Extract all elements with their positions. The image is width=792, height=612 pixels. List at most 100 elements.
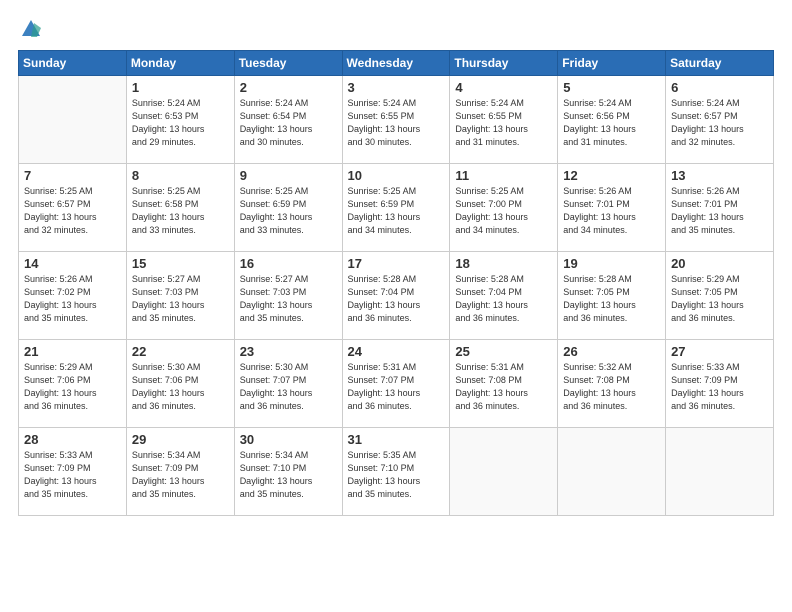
day-info: Sunrise: 5:24 AM Sunset: 6:55 PM Dayligh… bbox=[348, 97, 445, 149]
table-row: 4 Sunrise: 5:24 AM Sunset: 6:55 PM Daylig… bbox=[450, 76, 558, 164]
day-number: 13 bbox=[671, 168, 768, 183]
day-number: 29 bbox=[132, 432, 229, 447]
day-info: Sunrise: 5:25 AM Sunset: 6:58 PM Dayligh… bbox=[132, 185, 229, 237]
day-number: 12 bbox=[563, 168, 660, 183]
day-info: Sunrise: 5:31 AM Sunset: 7:08 PM Dayligh… bbox=[455, 361, 552, 413]
calendar-week-row: 14Sunrise: 5:26 AM Sunset: 7:02 PM Dayli… bbox=[19, 252, 774, 340]
day-number: 5 bbox=[563, 80, 660, 95]
day-number: 9 bbox=[240, 168, 337, 183]
day-info: Sunrise: 5:24 AM Sunset: 6:56 PM Dayligh… bbox=[563, 97, 660, 149]
day-info: Sunrise: 5:29 AM Sunset: 7:05 PM Dayligh… bbox=[671, 273, 768, 325]
day-number: 11 bbox=[455, 168, 552, 183]
day-number: 25 bbox=[455, 344, 552, 359]
day-info: Sunrise: 5:32 AM Sunset: 7:08 PM Dayligh… bbox=[563, 361, 660, 413]
day-number: 24 bbox=[348, 344, 445, 359]
day-number: 16 bbox=[240, 256, 337, 271]
day-number: 8 bbox=[132, 168, 229, 183]
table-row: 2Sunrise: 5:24 AM Sunset: 6:54 PM Daylig… bbox=[234, 76, 342, 164]
table-row: 1 Sunrise: 5:24 AM Sunset: 6:53 PM Daylig… bbox=[126, 76, 234, 164]
table-row: 10Sunrise: 5:25 AM Sunset: 6:59 PM Dayli… bbox=[342, 164, 450, 252]
table-row: 20 Sunrise: 5:29 AM Sunset: 7:05 PM Dayli… bbox=[666, 252, 774, 340]
day-info: Sunrise: 5:24 AM Sunset: 6:57 PM Dayligh… bbox=[671, 97, 768, 149]
logo-icon bbox=[20, 18, 42, 40]
day-info: Sunrise: 5:25 AM Sunset: 6:59 PM Dayligh… bbox=[240, 185, 337, 237]
table-row: 17 Sunrise: 5:28 AM Sunset: 7:04 PM Dayli… bbox=[342, 252, 450, 340]
header bbox=[18, 18, 774, 40]
day-info: Sunrise: 5:28 AM Sunset: 7:04 PM Dayligh… bbox=[455, 273, 552, 325]
calendar-week-row: 21 Sunrise: 5:29 AM Sunset: 7:06 PM Dayli… bbox=[19, 340, 774, 428]
day-info: Sunrise: 5:28 AM Sunset: 7:04 PM Dayligh… bbox=[348, 273, 445, 325]
calendar-week-row: 7 Sunrise: 5:25 AM Sunset: 6:57 PM Daylig… bbox=[19, 164, 774, 252]
table-row: 27 Sunrise: 5:33 AM Sunset: 7:09 PM Dayli… bbox=[666, 340, 774, 428]
day-info: Sunrise: 5:30 AM Sunset: 7:06 PM Dayligh… bbox=[132, 361, 229, 413]
day-info: Sunrise: 5:29 AM Sunset: 7:06 PM Dayligh… bbox=[24, 361, 121, 413]
day-number: 1 bbox=[132, 80, 229, 95]
day-info: Sunrise: 5:26 AM Sunset: 7:02 PM Dayligh… bbox=[24, 273, 121, 325]
table-row bbox=[19, 76, 127, 164]
calendar-week-row: 1 Sunrise: 5:24 AM Sunset: 6:53 PM Daylig… bbox=[19, 76, 774, 164]
day-info: Sunrise: 5:27 AM Sunset: 7:03 PM Dayligh… bbox=[240, 273, 337, 325]
day-number: 17 bbox=[348, 256, 445, 271]
col-thursday: Thursday bbox=[450, 51, 558, 76]
col-monday: Monday bbox=[126, 51, 234, 76]
table-row: 18 Sunrise: 5:28 AM Sunset: 7:04 PM Dayli… bbox=[450, 252, 558, 340]
day-number: 20 bbox=[671, 256, 768, 271]
day-info: Sunrise: 5:28 AM Sunset: 7:05 PM Dayligh… bbox=[563, 273, 660, 325]
table-row: 9 Sunrise: 5:25 AM Sunset: 6:59 PM Daylig… bbox=[234, 164, 342, 252]
table-row: 23 Sunrise: 5:30 AM Sunset: 7:07 PM Dayli… bbox=[234, 340, 342, 428]
day-info: Sunrise: 5:30 AM Sunset: 7:07 PM Dayligh… bbox=[240, 361, 337, 413]
day-number: 22 bbox=[132, 344, 229, 359]
day-info: Sunrise: 5:34 AM Sunset: 7:10 PM Dayligh… bbox=[240, 449, 337, 501]
table-row bbox=[666, 428, 774, 516]
day-info: Sunrise: 5:25 AM Sunset: 7:00 PM Dayligh… bbox=[455, 185, 552, 237]
table-row: 16 Sunrise: 5:27 AM Sunset: 7:03 PM Dayli… bbox=[234, 252, 342, 340]
day-number: 27 bbox=[671, 344, 768, 359]
table-row: 25 Sunrise: 5:31 AM Sunset: 7:08 PM Dayli… bbox=[450, 340, 558, 428]
col-friday: Friday bbox=[558, 51, 666, 76]
table-row: 5 Sunrise: 5:24 AM Sunset: 6:56 PM Daylig… bbox=[558, 76, 666, 164]
day-number: 19 bbox=[563, 256, 660, 271]
table-row: 30 Sunrise: 5:34 AM Sunset: 7:10 PM Dayli… bbox=[234, 428, 342, 516]
day-number: 10 bbox=[348, 168, 445, 183]
logo bbox=[18, 18, 42, 40]
table-row: 24 Sunrise: 5:31 AM Sunset: 7:07 PM Dayli… bbox=[342, 340, 450, 428]
day-info: Sunrise: 5:24 AM Sunset: 6:55 PM Dayligh… bbox=[455, 97, 552, 149]
calendar-header-row: Sunday Monday Tuesday Wednesday Thursday… bbox=[19, 51, 774, 76]
table-row: 12 Sunrise: 5:26 AM Sunset: 7:01 PM Dayli… bbox=[558, 164, 666, 252]
day-number: 21 bbox=[24, 344, 121, 359]
day-number: 6 bbox=[671, 80, 768, 95]
day-number: 30 bbox=[240, 432, 337, 447]
calendar-table: Sunday Monday Tuesday Wednesday Thursday… bbox=[18, 50, 774, 516]
day-number: 7 bbox=[24, 168, 121, 183]
table-row: 3 Sunrise: 5:24 AM Sunset: 6:55 PM Daylig… bbox=[342, 76, 450, 164]
day-info: Sunrise: 5:35 AM Sunset: 7:10 PM Dayligh… bbox=[348, 449, 445, 501]
table-row: 21 Sunrise: 5:29 AM Sunset: 7:06 PM Dayli… bbox=[19, 340, 127, 428]
table-row: 7 Sunrise: 5:25 AM Sunset: 6:57 PM Daylig… bbox=[19, 164, 127, 252]
day-number: 15 bbox=[132, 256, 229, 271]
day-number: 4 bbox=[455, 80, 552, 95]
day-info: Sunrise: 5:24 AM Sunset: 6:53 PM Dayligh… bbox=[132, 97, 229, 149]
table-row: 6 Sunrise: 5:24 AM Sunset: 6:57 PM Daylig… bbox=[666, 76, 774, 164]
day-info: Sunrise: 5:31 AM Sunset: 7:07 PM Dayligh… bbox=[348, 361, 445, 413]
day-number: 28 bbox=[24, 432, 121, 447]
table-row: 19 Sunrise: 5:28 AM Sunset: 7:05 PM Dayli… bbox=[558, 252, 666, 340]
day-info: Sunrise: 5:26 AM Sunset: 7:01 PM Dayligh… bbox=[671, 185, 768, 237]
table-row: 15 Sunrise: 5:27 AM Sunset: 7:03 PM Dayli… bbox=[126, 252, 234, 340]
page: Sunday Monday Tuesday Wednesday Thursday… bbox=[0, 0, 792, 612]
day-info: Sunrise: 5:26 AM Sunset: 7:01 PM Dayligh… bbox=[563, 185, 660, 237]
day-info: Sunrise: 5:24 AM Sunset: 6:54 PM Dayligh… bbox=[240, 97, 337, 149]
day-number: 3 bbox=[348, 80, 445, 95]
table-row: 13 Sunrise: 5:26 AM Sunset: 7:01 PM Dayli… bbox=[666, 164, 774, 252]
day-number: 18 bbox=[455, 256, 552, 271]
day-info: Sunrise: 5:33 AM Sunset: 7:09 PM Dayligh… bbox=[24, 449, 121, 501]
table-row: 14Sunrise: 5:26 AM Sunset: 7:02 PM Dayli… bbox=[19, 252, 127, 340]
table-row: 26Sunrise: 5:32 AM Sunset: 7:08 PM Dayli… bbox=[558, 340, 666, 428]
day-info: Sunrise: 5:25 AM Sunset: 6:57 PM Dayligh… bbox=[24, 185, 121, 237]
table-row: 31Sunrise: 5:35 AM Sunset: 7:10 PM Dayli… bbox=[342, 428, 450, 516]
table-row: 28 Sunrise: 5:33 AM Sunset: 7:09 PM Dayli… bbox=[19, 428, 127, 516]
table-row bbox=[558, 428, 666, 516]
table-row: 29Sunrise: 5:34 AM Sunset: 7:09 PM Dayli… bbox=[126, 428, 234, 516]
day-number: 23 bbox=[240, 344, 337, 359]
day-info: Sunrise: 5:27 AM Sunset: 7:03 PM Dayligh… bbox=[132, 273, 229, 325]
day-info: Sunrise: 5:33 AM Sunset: 7:09 PM Dayligh… bbox=[671, 361, 768, 413]
